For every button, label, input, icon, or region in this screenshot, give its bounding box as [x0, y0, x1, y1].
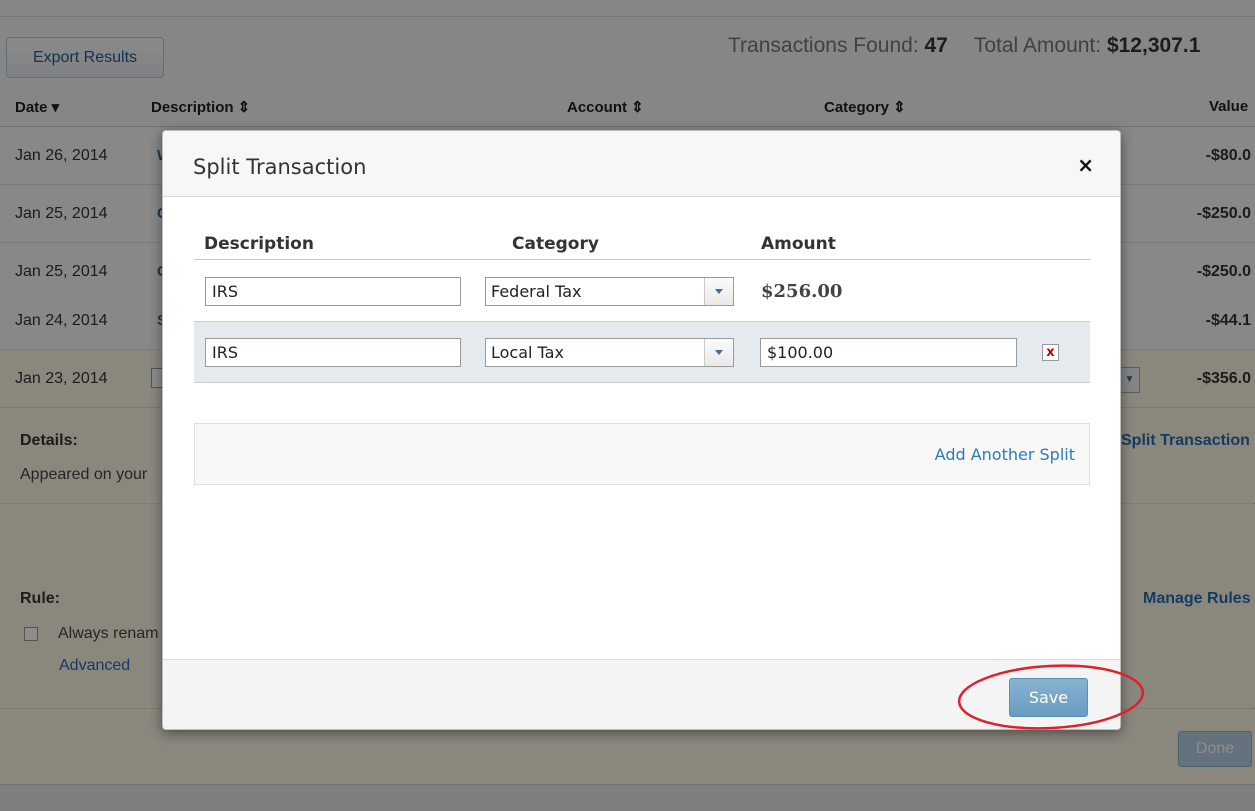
split-row: IRS Federal Tax $256.00: [194, 260, 1090, 322]
column-header-amount: Amount: [761, 234, 836, 254]
add-another-split-link[interactable]: Add Another Split: [935, 445, 1075, 464]
split-amount-value: $256.00: [761, 281, 843, 302]
split-category-select[interactable]: Federal Tax: [485, 277, 734, 306]
dialog-footer: Save: [163, 659, 1120, 729]
close-icon[interactable]: ×: [1077, 155, 1094, 175]
remove-split-icon[interactable]: x: [1042, 344, 1059, 361]
column-header-description: Description: [204, 234, 314, 254]
chevron-down-icon: [704, 339, 733, 366]
split-category-select[interactable]: Local Tax: [485, 338, 734, 367]
split-transaction-dialog: Split Transaction × Description Category…: [162, 130, 1121, 730]
split-category-value: Federal Tax: [491, 282, 582, 301]
dialog-title: Split Transaction: [193, 155, 367, 179]
chevron-down-icon: [704, 278, 733, 305]
dialog-header: Split Transaction ×: [163, 131, 1120, 197]
add-split-area: Add Another Split: [194, 423, 1090, 485]
split-description-input[interactable]: IRS: [205, 277, 461, 306]
split-amount-input[interactable]: $100.00: [760, 338, 1017, 367]
split-category-value: Local Tax: [491, 343, 564, 362]
split-description-input[interactable]: IRS: [205, 338, 461, 367]
save-button[interactable]: Save: [1009, 678, 1088, 717]
split-row: IRS Local Tax $100.00 x: [194, 321, 1090, 383]
column-header-category: Category: [512, 234, 599, 254]
